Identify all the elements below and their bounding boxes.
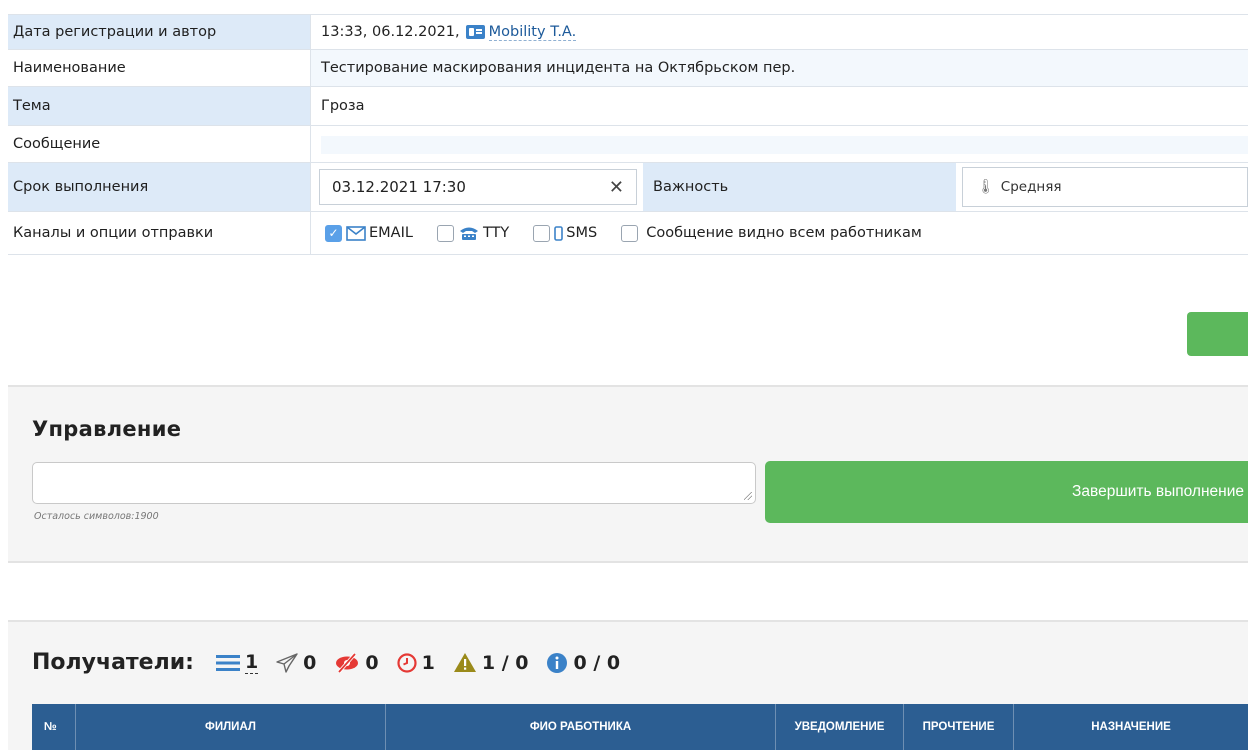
recipients-table-header: № ФИЛИАЛ ФИО РАБОТНИКА УВЕДОМЛЕНИЕ ПРОЧТ… (32, 704, 1248, 750)
eye-slash-icon (336, 652, 359, 673)
registration-value: 13:33, 06.12.2021, Mobility T.A. (311, 15, 1248, 49)
visible-all-label: Сообщение видно всем работникам (646, 225, 922, 241)
topic-label: Тема (8, 87, 311, 125)
paper-plane-icon (276, 652, 298, 673)
stat-pending[interactable]: 1 (397, 652, 435, 674)
option-visible-all[interactable]: Сообщение видно всем работникам (621, 224, 922, 242)
importance-value: Средняя (1000, 179, 1062, 195)
stat-sent-count: 0 (303, 651, 317, 674)
name-label: Наименование (8, 50, 311, 86)
author-link[interactable]: Mobility T.A. (488, 24, 577, 41)
resize-grip-icon[interactable] (744, 492, 752, 500)
row-topic: Тема Гроза (8, 87, 1248, 126)
list-icon (215, 654, 240, 671)
message-value (311, 126, 1248, 162)
sms-label: SMS (566, 225, 598, 241)
warning-icon (453, 653, 476, 672)
control-title: Управление (32, 417, 182, 441)
info-icon (547, 652, 568, 673)
row-deadline: Срок выполнения 03.12.2021 17:30 ✕ Важно… (8, 163, 1248, 212)
col-number[interactable]: № (32, 704, 76, 750)
channel-tty[interactable]: TTY (436, 224, 510, 242)
chars-left-counter: Осталось символов:1900 (34, 511, 159, 522)
deadline-label: Срок выполнения (8, 163, 311, 211)
email-label: EMAIL (369, 225, 413, 241)
row-channels: Каналы и опции отправки ✓ EMAIL TTY SMS … (8, 212, 1248, 255)
clear-icon[interactable]: ✕ (609, 177, 624, 198)
sms-checkbox[interactable] (533, 224, 551, 242)
deadline-input[interactable]: 03.12.2021 17:30 ✕ (319, 169, 637, 205)
thermometer-icon: 🌡 (977, 179, 995, 195)
email-checkbox[interactable]: ✓ (325, 224, 342, 242)
stat-total-count: 1 (244, 651, 259, 674)
stat-info[interactable]: 0 / 0 (546, 652, 620, 674)
col-branch[interactable]: ФИЛИАЛ (76, 704, 386, 750)
stat-info-count: 0 / 0 (573, 651, 621, 674)
stat-unread[interactable]: 0 (334, 651, 379, 674)
channels-options: ✓ EMAIL TTY SMS Сообщение видно всем раб… (311, 212, 1248, 254)
col-assignment[interactable]: НАЗНАЧЕНИЕ (1014, 704, 1248, 750)
visible-all-checkbox[interactable] (621, 224, 639, 242)
stat-sent[interactable]: 0 (276, 652, 316, 674)
name-value: Тестирование маскирования инцидента на О… (311, 50, 1248, 86)
col-employee[interactable]: ФИО РАБОТНИКА (386, 704, 776, 750)
topic-value: Гроза (321, 98, 365, 114)
registration-datetime: 13:33, 06.12.2021, (321, 24, 460, 40)
channel-sms[interactable]: SMS (533, 224, 598, 242)
clock-icon (397, 652, 417, 673)
vcard-icon (465, 25, 485, 39)
deadline-value: 03.12.2021 17:30 (332, 178, 466, 196)
stat-unread-count: 0 (365, 651, 379, 674)
control-panel: Управление Осталось символов:1900 Заверш… (8, 385, 1248, 563)
tty-phone-icon (458, 225, 480, 241)
stat-warnings-count: 1 / 0 (481, 651, 529, 674)
registration-label: Дата регистрации и автор (8, 15, 311, 49)
message-label: Сообщение (8, 126, 311, 162)
row-registration: Дата регистрации и автор 13:33, 06.12.20… (8, 14, 1248, 50)
message-content (321, 136, 1248, 154)
stat-warnings[interactable]: 1 / 0 (453, 651, 529, 674)
col-read[interactable]: ПРОЧТЕНИЕ (904, 704, 1014, 750)
save-button[interactable] (1187, 312, 1248, 356)
mobile-phone-icon (554, 225, 564, 241)
finish-execution-button[interactable]: Завершить выполнение (765, 461, 1248, 523)
row-message: Сообщение (8, 126, 1248, 163)
stat-total[interactable]: 1 (215, 651, 259, 674)
incident-details-table: Дата регистрации и автор 13:33, 06.12.20… (8, 14, 1248, 255)
col-notification[interactable]: УВЕДОМЛЕНИЕ (776, 704, 904, 750)
recipients-header: Получатели: 1 0 0 1 1 / 0 0 / 0 (32, 650, 620, 675)
tty-label: TTY (482, 225, 510, 241)
envelope-icon (346, 225, 366, 241)
importance-select[interactable]: 🌡 Средняя (962, 167, 1248, 207)
deadline-cell: 03.12.2021 17:30 ✕ Важность 🌡 Средняя (311, 163, 1248, 211)
recipients-section: Получатели: 1 0 0 1 1 / 0 0 / 0 № ФИЛИАЛ… (8, 620, 1248, 750)
row-name: Наименование Тестирование маскирования и… (8, 50, 1248, 87)
channel-email[interactable]: ✓ EMAIL (325, 224, 413, 242)
importance-label: Важность (643, 163, 956, 211)
comment-textarea[interactable] (32, 462, 756, 504)
stat-pending-count: 1 (421, 651, 435, 674)
recipients-title: Получатели: (32, 650, 194, 675)
tty-checkbox[interactable] (436, 224, 454, 242)
channels-label: Каналы и опции отправки (8, 212, 311, 254)
